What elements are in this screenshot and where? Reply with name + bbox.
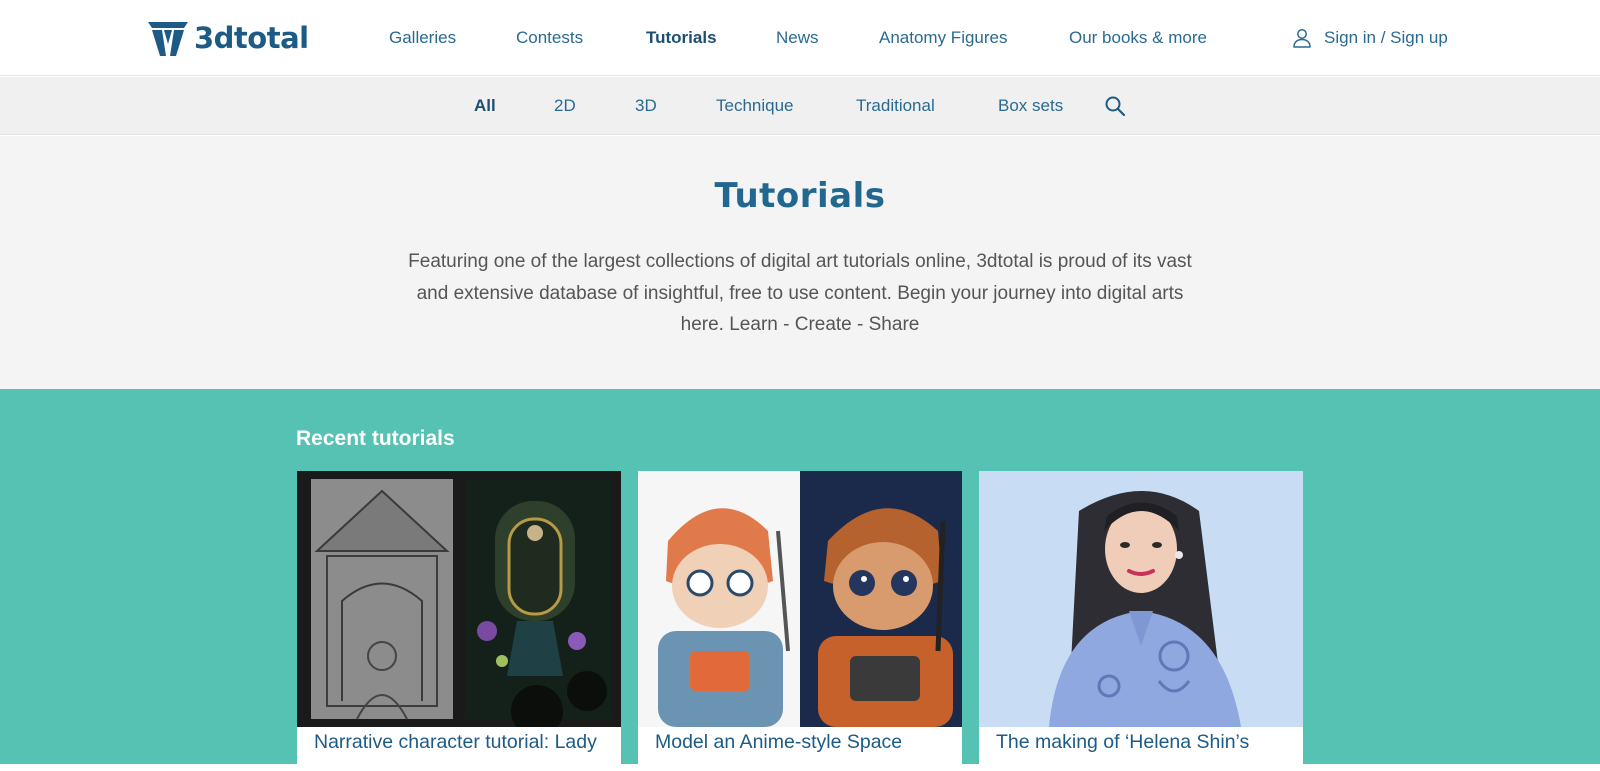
search-icon[interactable] [1104,95,1126,117]
nav-galleries[interactable]: Galleries [389,26,456,50]
tutorial-thumbnail [297,471,621,727]
nav-anatomy-figures[interactable]: Anatomy Figures [879,26,1008,50]
tutorial-card[interactable]: Narrative character tutorial: Lady [297,471,621,771]
filter-technique[interactable]: Technique [716,94,794,118]
tutorial-title: The making of ‘Helena Shin’s [996,731,1250,753]
filter-box-sets[interactable]: Box sets [998,94,1063,118]
filter-traditional[interactable]: Traditional [856,94,935,118]
nav-our-books[interactable]: Our books & more [1069,26,1207,50]
tutorial-thumbnail [979,471,1303,727]
tutorial-card[interactable]: The making of ‘Helena Shin’s [979,471,1303,771]
sign-in-label: Sign in / Sign up [1324,28,1448,47]
top-navigation-bar: 3dtotal Galleries Contests Tutorials New… [0,0,1600,76]
sub-navigation-bar: All 2D 3D Technique Traditional Box sets [0,77,1600,135]
filter-2d[interactable]: 2D [554,94,576,118]
sign-in-link[interactable]: Sign in / Sign up [1292,26,1448,50]
page-title: Tutorials [714,176,886,216]
user-icon [1293,29,1311,48]
tutorial-title: Model an Anime-style Space [655,731,903,753]
filter-3d[interactable]: 3D [635,94,657,118]
hero-section: Tutorials Featuring one of the largest c… [0,136,1600,389]
nav-tutorials[interactable]: Tutorials [646,26,717,50]
tutorial-card[interactable]: Model an Anime-style Space [638,471,962,771]
nav-contests[interactable]: Contests [516,26,583,50]
recent-tutorials-heading: Recent tutorials [296,427,455,450]
recent-tutorials-section: Recent tutorials Narrative character tut… [0,389,1600,771]
filter-all[interactable]: All [474,94,496,118]
tutorial-title: Narrative character tutorial: Lady [314,731,597,753]
tutorial-thumbnail [638,471,962,727]
page-description: Featuring one of the largest collections… [408,251,1192,335]
nav-news[interactable]: News [776,26,819,50]
